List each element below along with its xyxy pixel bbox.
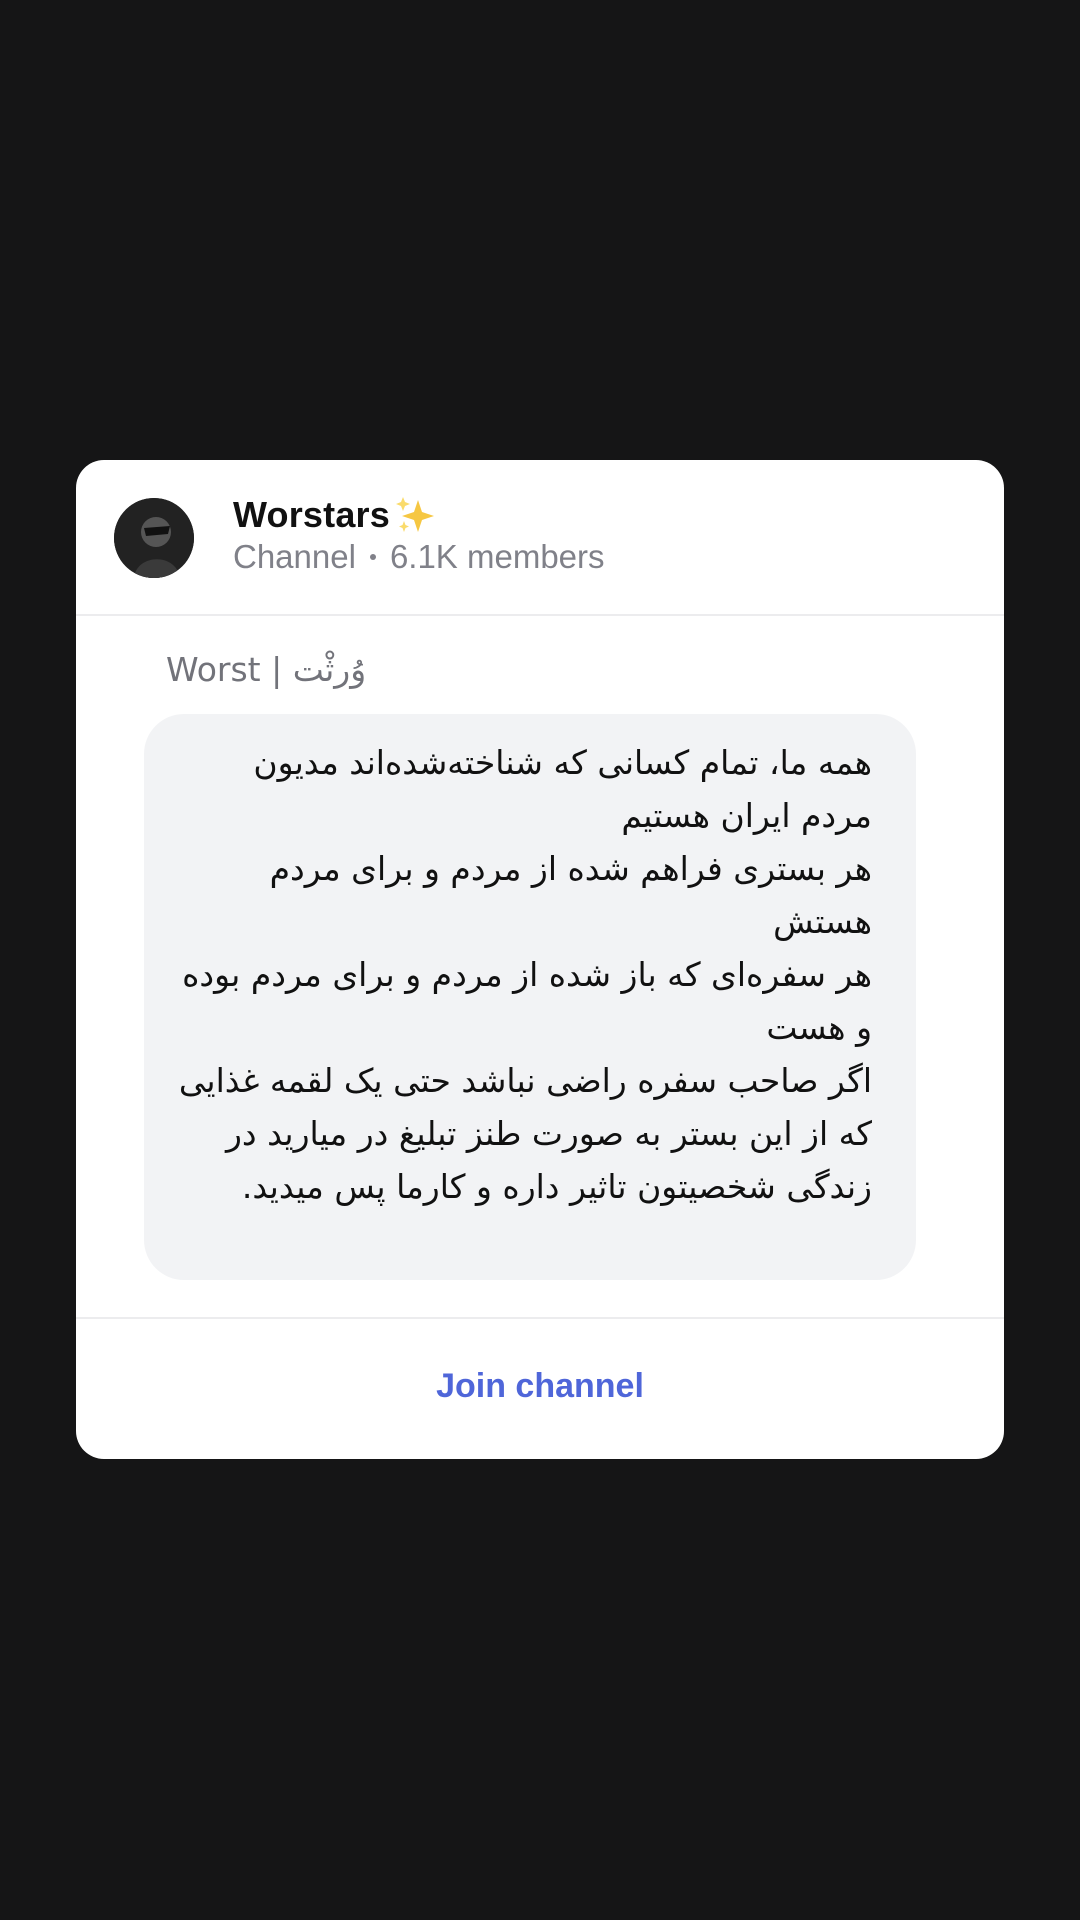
card-footer: Join channel (76, 1317, 1004, 1459)
channel-name: Worstars (233, 494, 390, 535)
channel-preview-card: Worstars Channel 6.1K members Worst | وُ… (76, 460, 1004, 1459)
channel-title-row: Worstars (233, 492, 436, 538)
message-bubble: همه ما، تمام کسانی که شناخته‌شده‌اند مدی… (144, 714, 916, 1280)
channel-header[interactable]: Worstars Channel 6.1K members (76, 460, 1004, 616)
channel-type-label: Channel (233, 538, 356, 575)
member-count: 6.1K members (389, 538, 605, 575)
message-text: همه ما، تمام کسانی که شناخته‌شده‌اند مدی… (178, 743, 872, 1206)
channel-meta: Channel 6.1K members (233, 538, 605, 576)
join-channel-button[interactable]: Join channel (436, 1367, 644, 1414)
post-author: Worst | وُرثْت (166, 650, 367, 689)
separator-dot (369, 554, 376, 560)
sparkles-icon (396, 497, 434, 532)
channel-avatar[interactable] (114, 498, 194, 578)
